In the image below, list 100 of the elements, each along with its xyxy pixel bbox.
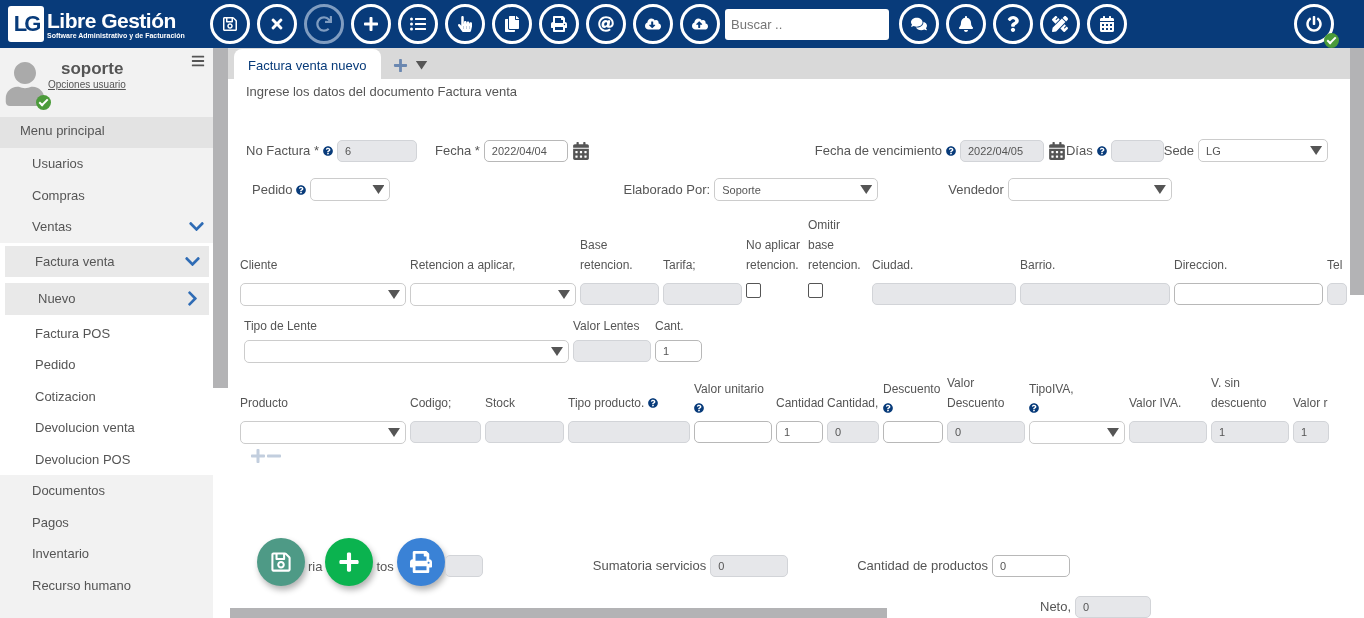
scrollbar[interactable] xyxy=(230,608,887,618)
chat-button[interactable] xyxy=(899,4,939,44)
input-field[interactable] xyxy=(580,283,659,305)
column-label: Cantidad, xyxy=(827,395,879,412)
select-field[interactable] xyxy=(1007,178,1172,201)
input-field[interactable]: 6 xyxy=(337,139,417,162)
help-icon[interactable] xyxy=(946,145,956,156)
select-field[interactable] xyxy=(240,421,406,444)
input-field[interactable] xyxy=(573,340,651,362)
input-field[interactable] xyxy=(663,283,742,305)
input-field[interactable]: 1 xyxy=(1293,421,1329,443)
select-field[interactable] xyxy=(310,178,391,201)
save-button[interactable] xyxy=(210,4,250,44)
help-icon[interactable] xyxy=(694,403,704,413)
menu-item[interactable]: Usuarios xyxy=(0,148,213,180)
help-icon xyxy=(1005,16,1021,32)
caret-icon xyxy=(1310,146,1323,155)
help-icon[interactable] xyxy=(1096,145,1107,156)
input-field[interactable] xyxy=(883,421,943,443)
scrollbar[interactable] xyxy=(1350,48,1364,295)
select-field[interactable] xyxy=(244,340,569,363)
save-icon xyxy=(270,551,292,573)
input-field[interactable] xyxy=(1327,283,1347,305)
ruler-pencil-icon xyxy=(1052,16,1068,32)
input-field[interactable]: 1 xyxy=(655,340,702,362)
at-sign-button[interactable] xyxy=(586,4,626,44)
checkbox[interactable] xyxy=(808,283,823,298)
input-field[interactable]: 1 xyxy=(1211,421,1289,443)
input-field[interactable]: 2022/04/05 xyxy=(960,139,1044,162)
input-field[interactable]: 0 xyxy=(1075,596,1152,618)
menu-item[interactable]: Compras xyxy=(0,179,213,211)
printer-icon xyxy=(551,16,567,32)
input-field[interactable] xyxy=(694,421,772,443)
menu-item[interactable]: Recurso humano xyxy=(0,569,213,601)
select-field[interactable] xyxy=(410,283,576,306)
column-label: Stock xyxy=(485,395,515,412)
printer-button[interactable] xyxy=(539,4,579,44)
input-field[interactable]: 0 xyxy=(827,421,879,443)
column-label: V. sin descuento xyxy=(1211,375,1268,412)
menu-item[interactable]: Documentos xyxy=(0,475,213,507)
cloud-download-button[interactable] xyxy=(633,4,673,44)
select-field[interactable] xyxy=(240,283,406,306)
help-icon[interactable] xyxy=(323,145,333,156)
menu-item[interactable]: Factura POS xyxy=(5,317,209,349)
input-field[interactable] xyxy=(872,283,1016,305)
input-field[interactable]: 2022/04/04 xyxy=(483,139,568,162)
input-field[interactable]: 1 xyxy=(776,421,823,443)
input-field[interactable] xyxy=(1020,283,1170,305)
add-tab-icon[interactable] xyxy=(392,57,408,73)
menu-item[interactable]: Pedido xyxy=(5,349,209,381)
input-field[interactable] xyxy=(1110,139,1164,162)
checkbox[interactable] xyxy=(746,283,761,298)
help-icon[interactable] xyxy=(296,184,307,195)
cloud-upload-button[interactable] xyxy=(680,4,720,44)
search-field[interactable]: Buscar .. xyxy=(725,8,889,40)
caret-icon[interactable] xyxy=(415,60,428,70)
input-field[interactable] xyxy=(410,421,481,443)
menu-item[interactable]: Ventas xyxy=(0,211,213,243)
tab[interactable]: Factura venta nuevo xyxy=(234,49,381,79)
menu-item[interactable]: Cotizacion xyxy=(5,380,209,412)
documents-button[interactable] xyxy=(492,4,532,44)
calendar-icon[interactable] xyxy=(571,141,590,160)
input-field[interactable]: 0 xyxy=(992,555,1071,577)
input-field[interactable] xyxy=(485,421,564,443)
menu-item[interactable]: Nuevo xyxy=(5,283,209,315)
field-label: Elaborado Por: xyxy=(623,180,711,199)
input-field[interactable] xyxy=(568,421,690,443)
select-field[interactable] xyxy=(1029,421,1125,444)
menu-item[interactable]: Devolucion POS xyxy=(5,443,209,475)
menu-item[interactable]: Devolucion venta xyxy=(5,412,209,444)
menu-item[interactable]: Pagos xyxy=(0,506,213,538)
field-label: Fecha * xyxy=(435,141,480,160)
menu-item[interactable]: Factura venta xyxy=(5,245,209,277)
ruler-pencil-button[interactable] xyxy=(1040,4,1080,44)
plus-button[interactable] xyxy=(351,4,391,44)
pointer-hand-button[interactable] xyxy=(445,4,485,44)
select-field[interactable]: Soporte xyxy=(714,178,879,201)
column-label: Valor Lentes xyxy=(573,318,640,335)
input-field[interactable] xyxy=(1174,283,1323,305)
at-sign-icon xyxy=(598,16,614,32)
help-button[interactable] xyxy=(993,4,1033,44)
calendar-button[interactable] xyxy=(1087,4,1127,44)
help-icon[interactable] xyxy=(1029,403,1039,413)
bell-button[interactable] xyxy=(946,4,986,44)
calendar-icon[interactable] xyxy=(1048,141,1066,160)
list-button[interactable] xyxy=(398,4,438,44)
select-field[interactable]: LG xyxy=(1198,139,1329,162)
close-button[interactable] xyxy=(257,4,297,44)
scrollbar[interactable] xyxy=(213,48,228,388)
user-options-link[interactable]: Opciones usuario xyxy=(48,79,126,90)
caret-icon xyxy=(388,290,400,299)
input-field[interactable]: 0 xyxy=(710,555,789,577)
menu-item[interactable]: Inventario xyxy=(0,538,213,570)
input-field[interactable]: 0 xyxy=(947,421,1025,443)
input-field[interactable] xyxy=(444,555,483,577)
menu-button[interactable] xyxy=(191,54,205,68)
field-label: Vendedor xyxy=(948,180,1004,199)
help-icon[interactable] xyxy=(648,398,659,408)
input-field[interactable] xyxy=(1129,421,1207,443)
help-icon[interactable] xyxy=(883,403,893,413)
